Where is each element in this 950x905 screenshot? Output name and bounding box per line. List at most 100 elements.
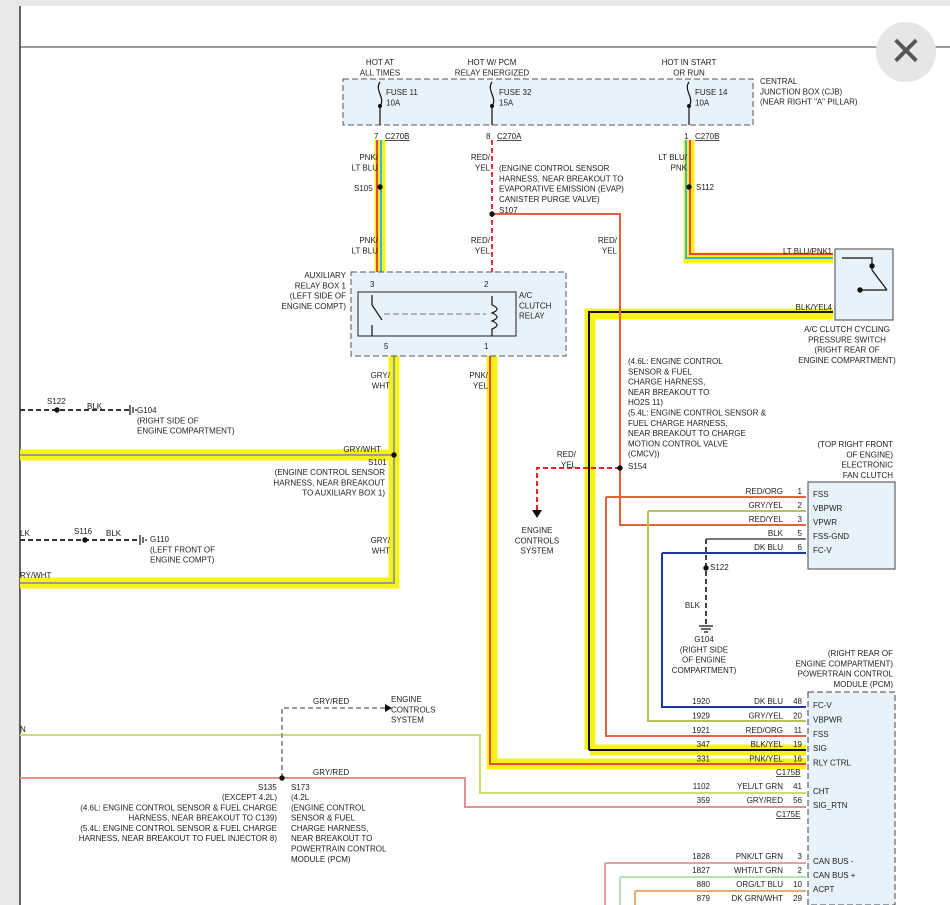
terminal-label: CHT: [813, 787, 830, 796]
wire-label: BLK: [768, 529, 784, 538]
fuse-32-label: FUSE 32: [499, 88, 532, 97]
wire-label: BLK: [87, 402, 103, 411]
fan-clutch-label: ELECTRONIC: [841, 461, 893, 470]
splice-label: S122: [47, 397, 66, 406]
connector-label: C175B: [776, 768, 800, 777]
splice-note: (4.6L: ENGINE CONTROL: [628, 357, 723, 366]
circuit-label: 1102: [693, 782, 711, 791]
dk-blu-pcm: [661, 553, 806, 708]
fuse-11-label: 10A: [386, 98, 401, 107]
splice-note: TO AUXILIARY BOX 1): [302, 489, 385, 498]
circuit-label: 347: [697, 740, 711, 749]
wire-label: RED/ORG: [746, 726, 783, 735]
splice-note: HARNESS, NEAR BREAKOUT TO: [499, 174, 623, 183]
relay-box-label: RELAY BOX 1: [295, 281, 347, 290]
hot-at-all-times: HOT AT: [366, 58, 394, 67]
terminal-label: SIG: [813, 744, 827, 753]
wire-label: BLK/YEL: [796, 303, 829, 312]
pin-label: 56: [793, 796, 802, 805]
pin-label: 1: [798, 487, 803, 496]
wire-label: YEL: [475, 163, 491, 172]
viewer-stage: HOT AT ALL TIMES HOT W/ PCM RELAY ENERGIZED…: [0, 0, 950, 905]
relay-label: RELAY: [519, 312, 545, 321]
relay-box-label: AUXILIARY: [304, 271, 346, 280]
splice-s116: [82, 537, 88, 543]
relay-label: CLUTCH: [519, 301, 552, 310]
terminal-label: SIG_RTN: [813, 801, 848, 810]
splice-note: EVAPORATIVE EMISSION (EVAP): [499, 185, 624, 194]
splice-note: SENSOR & FUEL: [628, 367, 693, 376]
circuit-label: 880: [697, 880, 711, 889]
pin-label: 8: [486, 132, 491, 141]
splice-note: NEAR BREAKOUT TO: [291, 834, 372, 843]
wire-label: PNK/: [469, 371, 488, 380]
splice-note: POWERTRAIN CONTROL: [291, 845, 387, 854]
wire-label: DK BLU: [754, 697, 783, 706]
red-yel-ecs: [536, 467, 620, 510]
circuit-label: 359: [697, 796, 711, 805]
circuit-label: 879: [697, 894, 711, 903]
wire-label: LT BLU: [352, 246, 379, 255]
splice-label: S101: [368, 458, 387, 467]
ground-label: (LEFT FRONT OF: [150, 545, 215, 554]
ecs-arrow: [532, 510, 542, 518]
splice-label: S107: [499, 206, 518, 215]
circuit-label: 1929: [692, 711, 710, 720]
fuse-14-label: FUSE 14: [695, 88, 728, 97]
wire-label: DK BLU: [754, 543, 783, 552]
pin-label: 10: [793, 880, 802, 889]
pin-label: 11: [794, 726, 803, 735]
pressure-switch-label: A/C CLUTCH CYCLING: [804, 325, 890, 334]
blk-yel-wire: [588, 311, 833, 750]
splice-note: HARNESS, NEAR BREAKOUT TO C139): [129, 814, 278, 823]
splice-label: S135: [258, 783, 277, 792]
splice-note: (EXCEPT 4.2L): [222, 793, 277, 802]
splice-note: (5.4L: ENGINE CONTROL SENSOR &: [628, 409, 767, 418]
cjb-label: JUNCTION BOX (CJB): [760, 87, 843, 96]
pin-label: 16: [793, 755, 802, 764]
splice-label: S154: [628, 462, 647, 471]
terminal-label: CAN BUS +: [813, 871, 856, 880]
pin-label: 3: [798, 852, 803, 861]
splice-label: S173: [291, 783, 310, 792]
wire-label: BLK: [106, 529, 122, 538]
splice-s112: [686, 184, 692, 190]
close-button[interactable]: ✕: [876, 22, 936, 82]
ground-label: (RIGHT SIDE OF: [137, 416, 199, 425]
ltblu-pnk-run-highlight: [683, 140, 833, 264]
wire-label: RED/: [471, 153, 491, 162]
cjb-label: (NEAR RIGHT "A" PILLAR): [760, 98, 858, 107]
fuse-32-terminal: [490, 104, 494, 108]
ground-g110: [139, 535, 147, 545]
splice-s107: [489, 211, 495, 217]
connector-label: C270B: [695, 132, 719, 141]
wire-label: GRY/YEL: [748, 711, 783, 720]
pressure-switch-box: [834, 248, 894, 321]
wire-label: ORG/LT BLU: [736, 880, 783, 889]
wire-label: PNK/YEL: [749, 755, 783, 764]
pin-label: 5: [798, 529, 803, 538]
splice-note: SENSOR & FUEL: [291, 814, 356, 823]
wire-label: LK: [20, 529, 30, 538]
pin-label: 2: [798, 501, 803, 510]
wire-label: LT BLU/: [658, 153, 687, 162]
engine-controls-label: ENGINE: [391, 695, 422, 704]
relay-box-label: ENGINE COMPT): [282, 302, 347, 311]
terminal-label: FSS-GND: [813, 532, 849, 541]
pin-label: 29: [793, 894, 802, 903]
splice-note: CHARGE HARNESS,: [291, 824, 368, 833]
labels-layer: HOT ATALL TIMES HOT W/ PCMRELAY ENERGIZED…: [20, 58, 896, 903]
wire-label: GRY/RED: [747, 796, 784, 805]
blk-yel-run-highlight: [584, 308, 833, 750]
ground-label: G104: [137, 406, 157, 415]
splice-s122: [54, 407, 60, 413]
wire-label: LT BLU: [352, 163, 379, 172]
engine-controls-label: CONTROLS: [515, 536, 559, 545]
splice-label: S116: [74, 527, 93, 536]
pin-label: 3: [798, 515, 803, 524]
pin-label: 7: [374, 132, 379, 141]
wire-label: YEL: [475, 246, 491, 255]
splice-note: HO2S 11): [628, 398, 663, 407]
pin-label: 2: [798, 866, 803, 875]
wire-label: PNK/: [359, 236, 378, 245]
